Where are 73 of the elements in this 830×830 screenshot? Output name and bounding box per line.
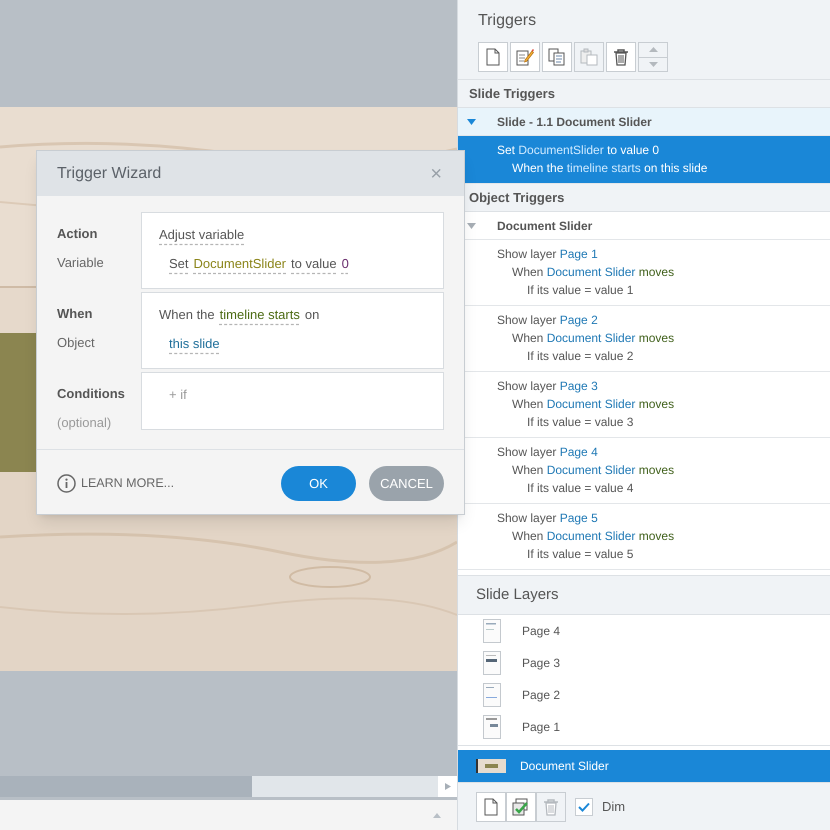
new-button[interactable] xyxy=(476,792,506,822)
trigger-text: When Document Slider moves xyxy=(511,463,676,478)
edit-page-icon xyxy=(516,48,534,66)
section-heading: Slide Triggers xyxy=(458,80,830,108)
ok-button[interactable]: OK xyxy=(281,466,356,501)
trigger-text: If its value = value 4 xyxy=(526,481,634,496)
copy-icon xyxy=(548,48,566,66)
field-label: Conditions xyxy=(57,385,126,403)
trigger-text: If its value = value 2 xyxy=(526,349,634,364)
new-page-icon xyxy=(484,798,498,816)
scroll-right-button[interactable] xyxy=(438,776,457,798)
duplicate-page-icon xyxy=(512,798,530,816)
trigger-text: Show layer Page 3 xyxy=(496,379,599,394)
learn-more-link[interactable]: LEARN MORE... xyxy=(57,474,174,493)
trigger-group-row[interactable]: Slide - 1.1 Document Slider xyxy=(458,108,830,136)
dialog-title: Trigger Wizard xyxy=(57,164,162,184)
option-link[interactable]: Set xyxy=(169,254,189,273)
expanded-triangle-icon xyxy=(467,222,476,228)
trigger-text: When Document Slider moves xyxy=(511,265,676,280)
option-link[interactable]: timeline starts xyxy=(220,305,300,324)
sentence-text: on xyxy=(304,306,320,324)
page-thumbnail-icon xyxy=(483,683,501,707)
field-label: (optional) xyxy=(57,414,112,432)
trash-icon[interactable] xyxy=(613,48,629,66)
layer-row[interactable]: Page 3 xyxy=(458,647,830,679)
trigger-text: When Document Slider moves xyxy=(511,397,676,412)
expanded-triangle-icon xyxy=(467,118,476,124)
edit-button[interactable] xyxy=(510,42,540,72)
trigger-text: If its value = value 5 xyxy=(526,547,634,562)
trigger-text: Show layer Page 1 xyxy=(496,247,599,262)
option-link[interactable]: Adjust variable xyxy=(159,225,244,244)
trigger-item[interactable]: Set DocumentSlider to value 0 When the timeline starts on this slide xyxy=(458,136,830,184)
info-icon xyxy=(57,474,76,493)
field-label: Action xyxy=(57,225,98,243)
trigger-text: Show layer Page 4 xyxy=(496,445,599,460)
panel-title: Slide Layers xyxy=(458,575,830,615)
trigger-text: When Document Slider moves xyxy=(511,529,676,544)
up-triangle-icon[interactable] xyxy=(433,812,441,818)
trigger-text: If its value = value 3 xyxy=(526,415,634,430)
new-button[interactable] xyxy=(478,42,508,72)
option-link[interactable]: this slide xyxy=(169,334,220,353)
new-page-icon xyxy=(486,48,500,66)
trigger-text: If its value = value 1 xyxy=(526,283,634,298)
duplicate-button[interactable] xyxy=(506,792,536,822)
panel-title: Triggers xyxy=(478,11,538,31)
dim-checkbox[interactable]: Dim xyxy=(575,796,626,816)
page-thumbnail-icon xyxy=(483,619,501,643)
option-link[interactable]: to value xyxy=(291,254,337,273)
slide-thumbnail-icon xyxy=(476,759,506,773)
field-label: When xyxy=(57,305,94,323)
check-icon xyxy=(578,802,590,812)
scrollbar-thumb[interactable] xyxy=(0,776,252,798)
layer-row[interactable]: Page 1 xyxy=(458,711,830,743)
page-thumbnail-icon xyxy=(483,651,501,675)
down-triangle-icon xyxy=(648,62,658,67)
up-triangle-icon xyxy=(648,47,658,52)
option-link[interactable]: DocumentSlider xyxy=(194,254,286,273)
field-label: Variable xyxy=(57,254,105,272)
copy-button[interactable] xyxy=(542,42,572,72)
layer-row[interactable]: Page 4 xyxy=(458,615,830,647)
trigger-text: Show layer Page 5 xyxy=(496,511,599,526)
field-label: Object xyxy=(57,334,96,352)
delete-button[interactable] xyxy=(606,42,636,72)
sentence-text: When the xyxy=(159,306,215,324)
trigger-text: When Document Slider moves xyxy=(511,331,676,346)
layer-row[interactable]: Document Slider xyxy=(458,750,830,782)
trigger-text: Show layer Page 2 xyxy=(496,313,599,328)
right-triangle-icon xyxy=(444,783,450,790)
option-link[interactable]: 0 xyxy=(342,254,349,273)
trigger-text: When the timeline starts on this slide xyxy=(511,161,708,176)
trigger-text: Set DocumentSlider to value 0 xyxy=(496,143,660,158)
page-thumbnail-icon xyxy=(483,715,501,739)
layer-row[interactable]: Page 2 xyxy=(458,679,830,711)
